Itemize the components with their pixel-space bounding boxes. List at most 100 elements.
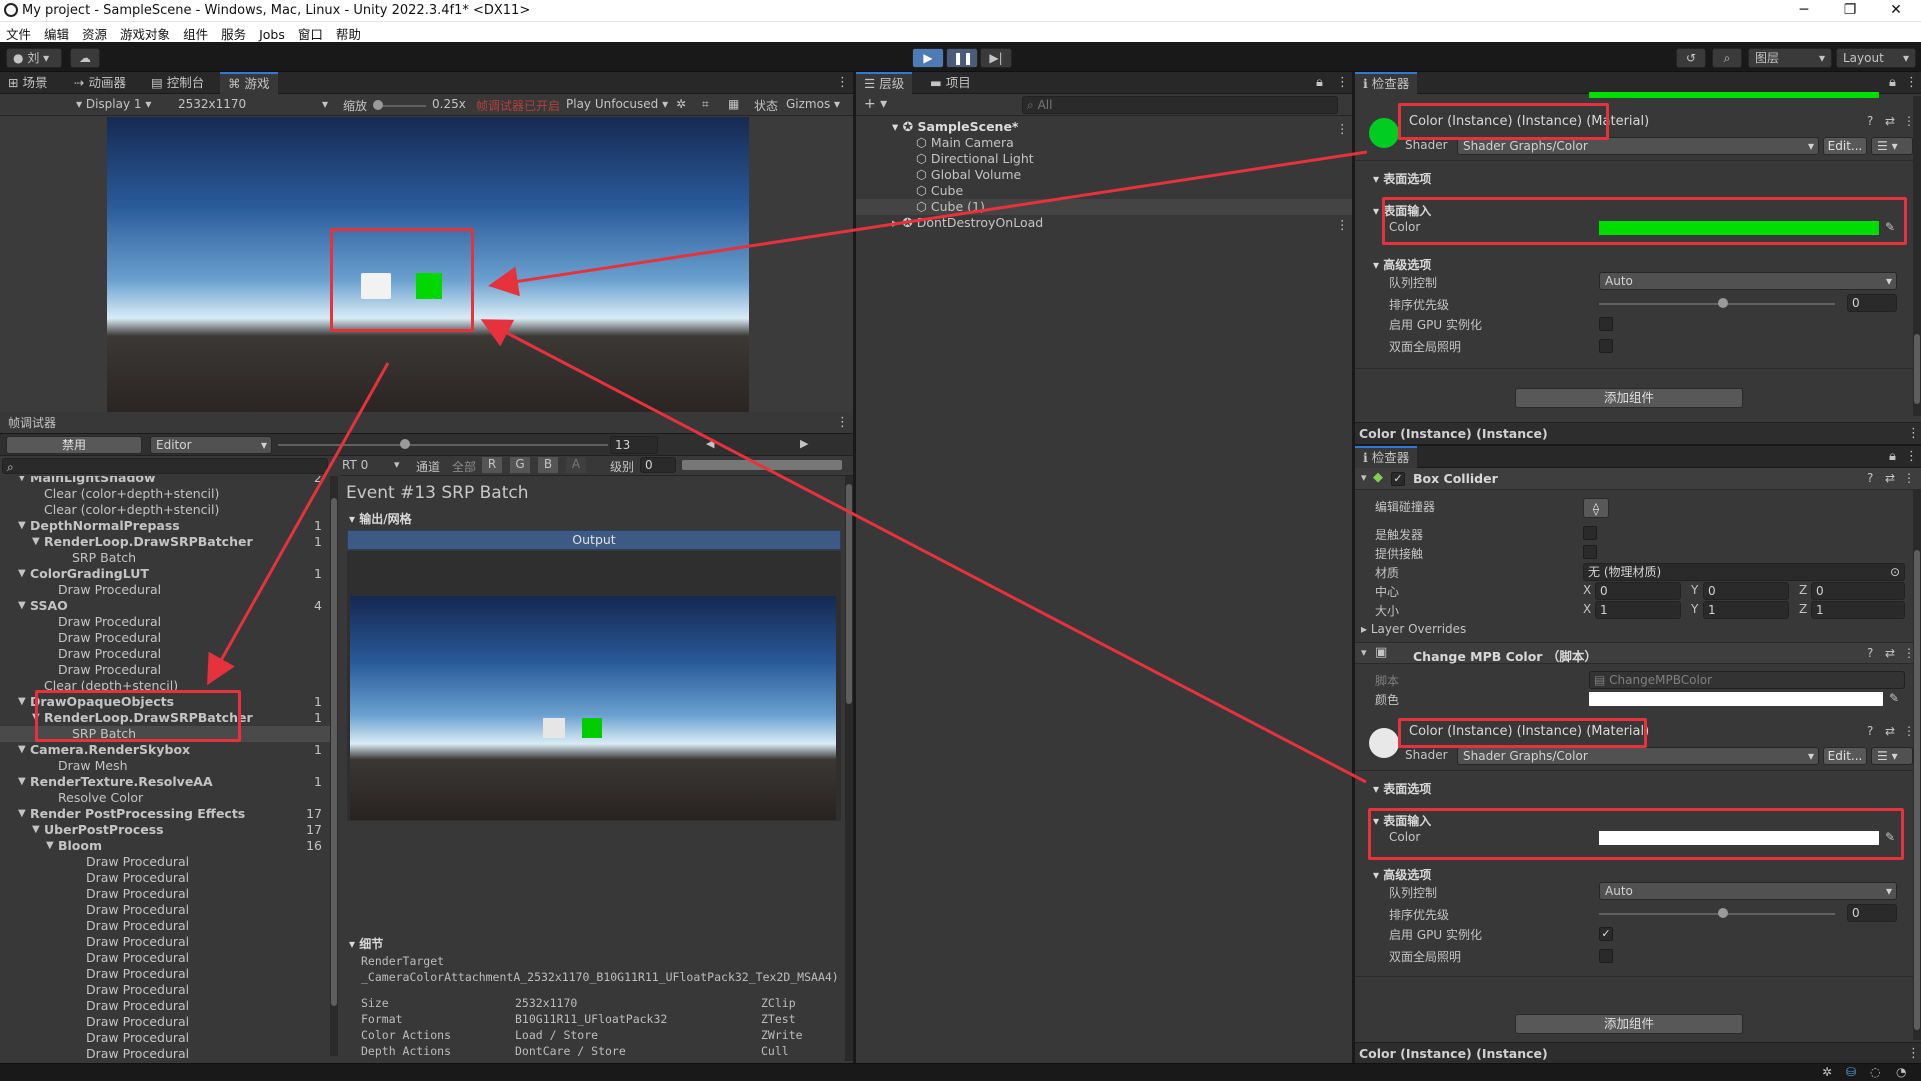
tree-row[interactable]: Draw Procedural — [0, 870, 330, 886]
account-button[interactable]: ● 刘 ▾ — [6, 48, 62, 68]
double-sided-gi-checkbox[interactable] — [1599, 949, 1613, 963]
help-icon[interactable]: ? — [1867, 724, 1873, 738]
stats-button[interactable]: 状态 — [754, 97, 778, 114]
tab-inspector[interactable]: ℹ 检查器 — [1355, 72, 1418, 94]
tree-row[interactable]: RenderLoop.DrawSRPBatcher ▼ 1 — [0, 710, 330, 726]
gpu-instancing-checkbox[interactable] — [1599, 317, 1613, 331]
tree-row[interactable]: SRP Batch — [0, 726, 330, 742]
add-component-button[interactable]: 添加组件 — [1515, 1014, 1743, 1034]
shader-options-dropdown[interactable]: ☰ ▾ — [1871, 137, 1913, 155]
hierarchy-item[interactable]: ⬡ Main Camera — [916, 135, 1014, 151]
queue-control-dropdown[interactable]: Auto ▾ — [1599, 272, 1897, 290]
help-icon[interactable]: ? — [1867, 471, 1873, 485]
physics-material-field[interactable]: 无 (物理材质) ⊙ — [1583, 563, 1905, 581]
box-collider-enabled-checkbox[interactable]: ✓ — [1391, 472, 1405, 486]
event-slider[interactable] — [278, 444, 608, 446]
color-swatch[interactable] — [1599, 831, 1879, 845]
foldout-icon[interactable]: ▼ — [18, 742, 26, 758]
eyedropper-icon[interactable]: ✎ — [1885, 220, 1895, 234]
surface-inputs-section[interactable]: ▾ 表面输入 — [1373, 202, 1431, 219]
tree-row[interactable]: Draw Procedural — [0, 1014, 330, 1030]
layout-dropdown[interactable]: Layout ▾ — [1836, 48, 1916, 68]
double-sided-gi-checkbox[interactable] — [1599, 339, 1613, 353]
advanced-section[interactable]: ▾ 高级选项 — [1373, 256, 1431, 273]
detail-scrollbar-thumb[interactable] — [846, 484, 852, 704]
mpb-color-swatch[interactable] — [1589, 692, 1883, 706]
foldout-icon[interactable]: ▼ — [18, 476, 26, 486]
foldout-icon[interactable]: ▼ — [46, 838, 54, 854]
bug-icon[interactable]: ✲ — [1822, 1065, 1832, 1079]
channel-g[interactable]: G — [510, 457, 530, 473]
sorting-priority-knob[interactable] — [1718, 908, 1728, 918]
scale-slider-knob[interactable] — [373, 100, 383, 110]
tab-frame-debugger[interactable]: 帧调试器 — [0, 412, 64, 434]
shader-dropdown[interactable]: Shader Graphs/Color ▾ — [1457, 747, 1819, 765]
menu-gameobject[interactable]: 游戏对象 — [114, 22, 177, 43]
play-focus-dropdown[interactable]: Play Unfocused ▾ — [566, 97, 668, 111]
preset-icon[interactable]: ⇄ — [1885, 646, 1895, 660]
keyboard-icon[interactable]: ▦ — [728, 97, 739, 111]
center-x-field[interactable]: 0 — [1595, 582, 1681, 600]
inspector-scrollbar-thumb[interactable] — [1914, 550, 1920, 1030]
progress-icon[interactable]: ◌ — [1870, 1065, 1880, 1079]
menu-component[interactable]: 组件 — [177, 22, 215, 43]
size-y-field[interactable]: 1 — [1703, 601, 1789, 619]
provides-contacts-checkbox[interactable] — [1583, 545, 1597, 559]
pause-button[interactable]: ❚❚ — [946, 48, 978, 68]
queue-control-dropdown[interactable]: Auto ▾ — [1599, 882, 1897, 900]
help-icon[interactable]: ? — [1867, 646, 1873, 660]
tree-row[interactable]: Render PostProcessing Effects ▼ 17 — [0, 806, 330, 822]
sorting-priority-slider[interactable] — [1599, 913, 1835, 915]
hierarchy-item[interactable]: ⬡ Directional Light — [916, 151, 1034, 167]
tree-row[interactable]: ColorGradingLUT ▼ 1 — [0, 566, 330, 582]
step-button[interactable]: ▶| — [980, 48, 1012, 68]
tree-row[interactable]: Draw Procedural — [0, 918, 330, 934]
tree-row[interactable]: Draw Procedural — [0, 582, 330, 598]
script-component-header[interactable]: ▾ ▣ Change MPB Color （脚本） ? ⇄ ⋮ — [1355, 642, 1921, 664]
sorting-priority-knob[interactable] — [1718, 298, 1728, 308]
scale-slider[interactable] — [376, 105, 426, 107]
detail-scrollbar[interactable] — [845, 476, 853, 1061]
target-dropdown[interactable]: Editor ▾ — [150, 436, 272, 454]
mute-audio-icon[interactable]: ✲ — [676, 97, 686, 111]
tab-project[interactable]: ▬ 项目 — [922, 72, 979, 94]
channel-b[interactable]: B — [538, 457, 558, 473]
foldout-icon[interactable]: ▼ — [18, 566, 26, 582]
help-icon[interactable]: ? — [1867, 114, 1873, 128]
tree-row[interactable]: Draw Procedural — [0, 662, 330, 678]
eyedropper-icon[interactable]: ✎ — [1885, 830, 1895, 844]
close-button[interactable]: ✕ — [1873, 0, 1919, 22]
event-slider-knob[interactable] — [400, 439, 410, 449]
panel-menu-icon[interactable]: ⋮ — [1905, 449, 1918, 464]
tree-row[interactable]: Clear (depth+stencil) — [0, 678, 330, 694]
tab-game[interactable]: ⌘ 游戏 — [220, 72, 278, 94]
layer-overrides-foldout[interactable]: ▸ Layer Overrides — [1361, 622, 1466, 636]
level-range-slider[interactable] — [682, 460, 842, 470]
channel-r[interactable]: R — [482, 457, 502, 473]
tree-row[interactable]: Draw Procedural — [0, 1046, 330, 1061]
tab-console[interactable]: ▤ 控制台 — [143, 72, 212, 94]
edit-shader-button[interactable]: Edit... — [1823, 747, 1867, 765]
preset-icon[interactable]: ⇄ — [1885, 114, 1895, 128]
lock-icon[interactable]: 🔒︎ — [1889, 449, 1896, 464]
hierarchy-item[interactable]: ⬡ Global Volume — [916, 167, 1021, 183]
size-z-field[interactable]: 1 — [1811, 601, 1905, 619]
tree-row[interactable]: Draw Procedural — [0, 982, 330, 998]
output-mesh-section[interactable]: ▾ 输出/网格 — [349, 510, 412, 527]
component-menu-icon[interactable]: ⋮ — [1903, 471, 1915, 485]
tab-animator[interactable]: ⇢ 动画器 — [66, 72, 134, 94]
panel-menu-icon[interactable]: ⋮ — [1905, 75, 1918, 90]
details-section[interactable]: ▾ 细节 — [349, 935, 383, 952]
tree-row[interactable]: Draw Procedural — [0, 646, 330, 662]
resolution-dropdown[interactable]: 2532x1170 — [178, 97, 246, 111]
tab-inspector[interactable]: ℹ 检查器 — [1355, 446, 1418, 468]
menu-window[interactable]: 窗口 — [292, 22, 330, 43]
menu-file[interactable]: 文件 — [0, 22, 38, 43]
foldout-icon[interactable]: ▼ — [18, 598, 26, 614]
box-collider-header[interactable]: ▾ ◆ ✓ Box Collider ? ⇄ ⋮ — [1355, 468, 1921, 490]
tree-row[interactable]: MainLightShadow ▼ 2 — [0, 476, 330, 486]
scene-root[interactable]: ▾ ✪ SampleScene* — [892, 119, 1018, 135]
channel-a[interactable]: A — [566, 457, 586, 473]
tree-scrollbar[interactable] — [330, 476, 338, 1056]
inspector-scrollbar[interactable] — [1913, 490, 1921, 1040]
